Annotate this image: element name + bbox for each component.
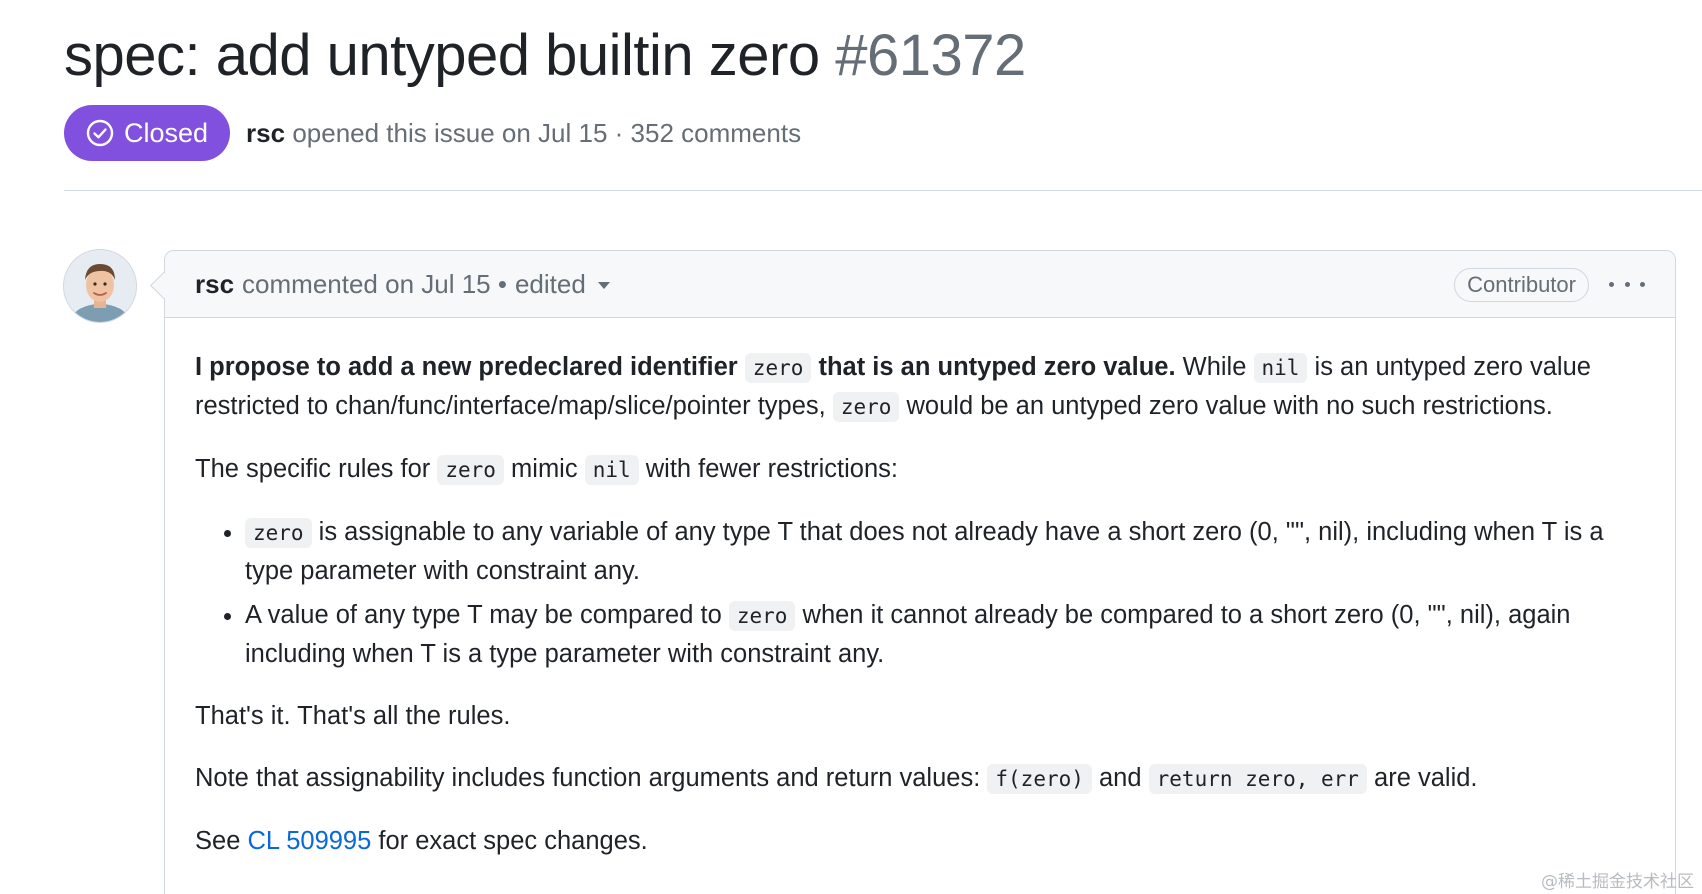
issue-author-link[interactable]: rsc [246,118,285,148]
body-text: is assignable to any variable of any typ… [245,518,1604,585]
comment-author-link[interactable]: rsc [195,269,234,300]
inline-code: return zero, err [1148,764,1367,794]
header-divider [64,190,1702,191]
comment-box: rsc commented on Jul 15 • edited Contrib… [164,250,1676,894]
inline-code: nil [1253,353,1308,383]
issue-number: #61372 [835,23,1026,88]
issue-opened-text: opened this issue on Jul 15 · 352 commen… [292,117,802,148]
issue-page: spec: add untyped builtin zero #61372 Cl… [0,0,1702,894]
kebab-horizontal-icon[interactable] [1609,269,1645,299]
inline-code: zero [744,353,812,383]
body-text: with fewer restrictions: [645,455,898,483]
rules-list: zero is assignable to any variable of an… [195,513,1645,673]
comment-meta: commented on Jul 15 • [242,268,507,299]
watermark: @稀土掘金技术社区 [1541,872,1694,892]
edited-dropdown[interactable]: edited [515,269,610,300]
comment-body: I propose to add a new predeclared ident… [165,318,1675,860]
comment-paragraph: The specific rules for zero mimic nil wi… [195,450,1645,489]
issue-state-row: Closed rsc opened this issue on Jul 15 ·… [64,105,801,161]
body-text: for exact spec changes. [378,827,648,855]
check-circle-icon [86,119,114,147]
body-text: are valid. [1374,764,1478,792]
body-text: A value of any type T may be compared to [245,601,722,629]
body-text: Note that assignability includes functio… [195,764,981,792]
issue-state-label: Closed [124,117,209,148]
body-text: While [1182,353,1247,381]
issue-meta: rsc opened this issue on Jul 15 · 352 co… [246,118,801,149]
contributor-badge: Contributor [1454,268,1589,302]
avatar[interactable] [64,250,136,322]
comment-header: rsc commented on Jul 15 • edited Contrib… [165,251,1675,318]
body-text: would be an untyped zero value with no s… [906,392,1553,420]
inline-code: zero [728,601,796,631]
caret-down-icon [597,282,610,290]
list-item: A value of any type T may be compared to… [245,596,1645,673]
issue-title-text: spec: add untyped builtin zero [64,23,820,88]
issue-title: spec: add untyped builtin zero #61372 [64,18,1026,94]
body-text: The specific rules for [195,455,431,483]
inline-code: f(zero) [987,764,1092,794]
comment-paragraph: See CL 509995 for exact spec changes. [195,822,1645,860]
bold-text: I propose to add a new predeclared ident… [195,353,738,381]
comment-paragraph: I propose to add a new predeclared ident… [195,348,1645,426]
inline-code: zero [245,518,312,548]
inline-code: nil [584,455,639,485]
body-text: See [195,827,241,855]
cl-link[interactable]: CL 509995 [247,827,371,855]
inline-code: zero [437,455,504,485]
comment-paragraph: Note that assignability includes functio… [195,759,1645,798]
bold-text: that is an untyped zero value. [818,353,1176,381]
list-item: zero is assignable to any variable of an… [245,513,1645,590]
body-text: mimic [511,455,578,483]
inline-code: zero [832,392,900,422]
issue-state-badge: Closed [64,105,231,161]
comment-paragraph: That's it. That's all the rules. [195,702,511,730]
body-text: and [1099,764,1142,792]
edited-label: edited [514,268,586,299]
